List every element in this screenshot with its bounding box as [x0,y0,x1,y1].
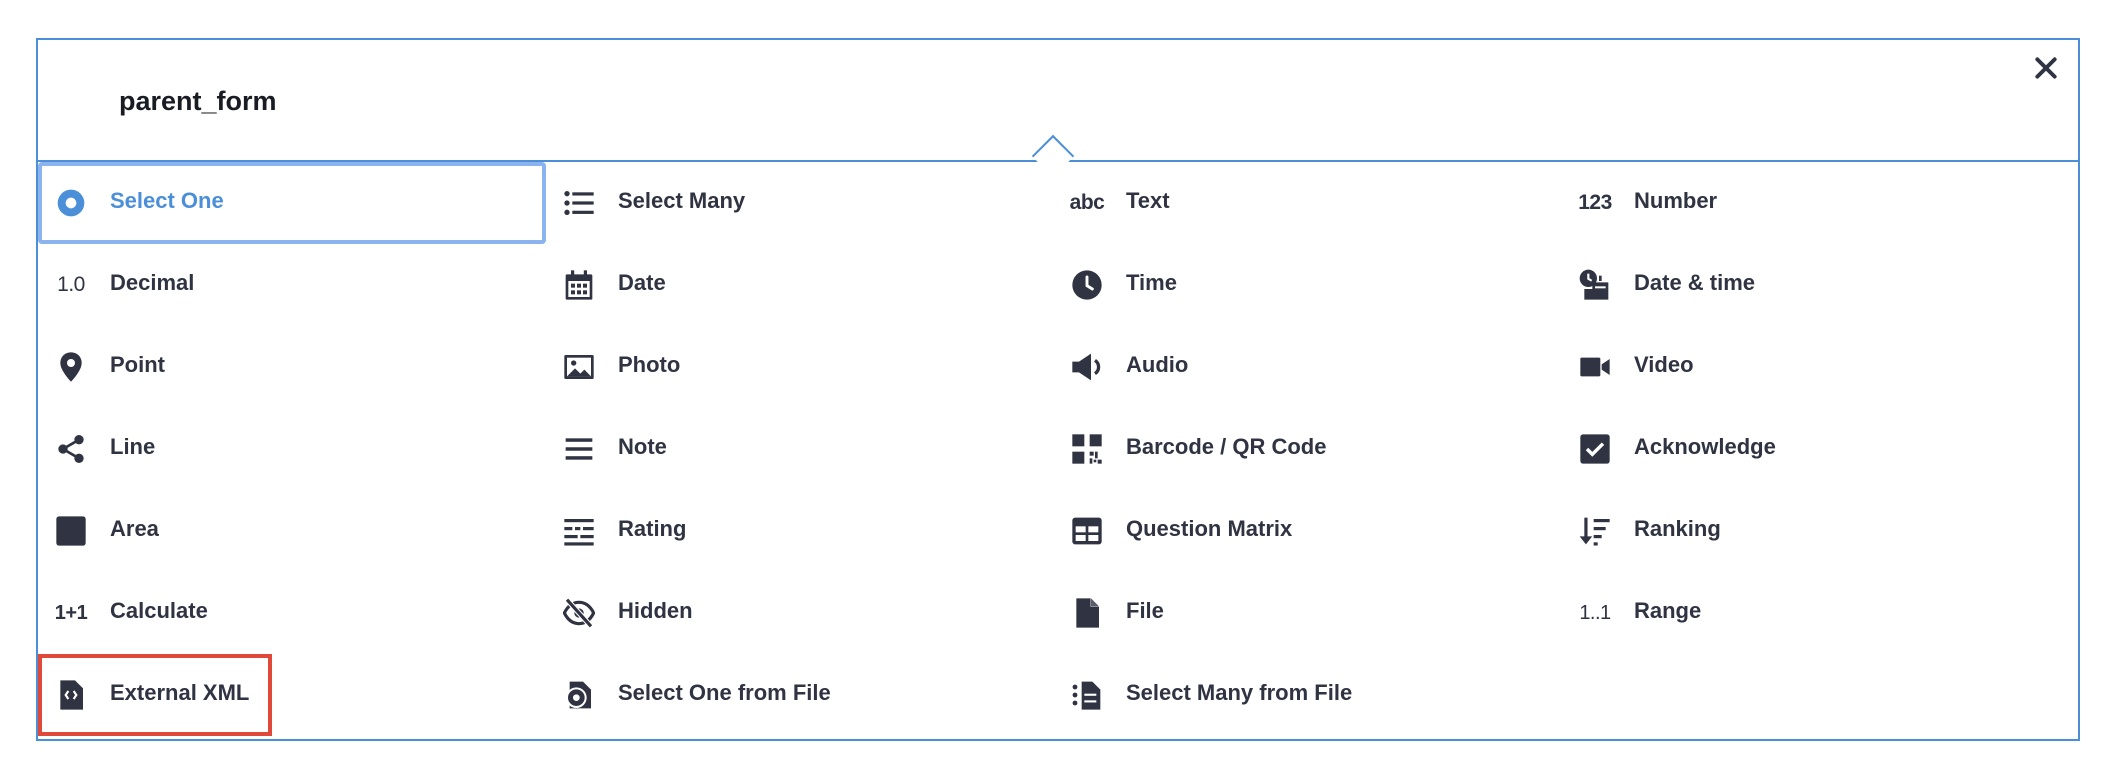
question-type-picker: parent_form Select One Select Many abc T [36,38,2080,741]
type-label: Point [110,352,165,377]
rating-icon [562,514,596,548]
eye-off-icon [562,596,596,630]
type-rating[interactable]: Rating [546,490,1054,572]
calendar-icon [562,268,596,302]
type-label: Question Matrix [1126,516,1293,541]
type-label: Select One [110,188,224,213]
type-date[interactable]: Date [546,244,1054,326]
type-photo[interactable]: Photo [546,326,1054,408]
type-label: Ranking [1634,516,1721,541]
type-label: Photo [618,352,681,377]
type-select-one[interactable]: Select One [38,162,546,244]
qr-code-icon [1070,432,1104,466]
type-label: Date & time [1634,270,1756,295]
date-time-icon [1578,268,1612,302]
clock-icon [1070,268,1104,302]
type-time[interactable]: Time [1054,244,1562,326]
list-icon [562,186,596,220]
type-range[interactable]: 1..1 Range [1562,572,2070,654]
type-label: Text [1126,188,1170,213]
type-calculate[interactable]: 1+1 Calculate [38,572,546,654]
video-camera-icon [1578,350,1612,384]
table-icon [1070,514,1104,548]
type-label: Acknowledge [1634,434,1776,459]
type-label: External XML [110,680,250,705]
checkbox-icon [1578,432,1612,466]
type-select-one-from-file[interactable]: Select One from File [546,654,1054,736]
select-one-file-icon [562,678,596,712]
type-acknowledge[interactable]: Acknowledge [1562,408,2070,490]
type-label: File [1126,598,1164,623]
range-icon: 1..1 [1578,596,1612,630]
type-label: Line [110,434,156,459]
calculate-glyph: 1+1 [54,601,88,624]
type-label: Hidden [618,598,693,623]
type-label: Select Many [618,188,746,213]
number-icon: 123 [1578,186,1612,220]
type-label: Select One from File [618,680,831,705]
select-many-file-icon [1070,678,1104,712]
image-icon [562,350,596,384]
type-select-many[interactable]: Select Many [546,162,1054,244]
xml-file-icon [54,678,88,712]
calculate-icon: 1+1 [54,596,88,630]
type-label: Decimal [110,270,195,295]
speaker-icon [1070,350,1104,384]
type-label: Barcode / QR Code [1126,434,1327,459]
type-barcode[interactable]: Barcode / QR Code [1054,408,1562,490]
type-question-matrix[interactable]: Question Matrix [1054,490,1562,572]
type-note[interactable]: Note [546,408,1054,490]
file-icon [1070,596,1104,630]
square-icon [54,514,88,548]
type-date-time[interactable]: Date & time [1562,244,2070,326]
map-pin-icon [54,350,88,384]
menu-lines-icon [562,432,596,466]
type-label: Rating [618,516,687,541]
text-glyph: abc [1069,191,1105,214]
type-video[interactable]: Video [1562,326,2070,408]
type-area[interactable]: Area [38,490,546,572]
decimal-icon: 1.0 [54,268,88,302]
type-number[interactable]: 123 Number [1562,162,2070,244]
type-decimal[interactable]: 1.0 Decimal [38,244,546,326]
type-external-xml[interactable]: External XML [38,654,272,736]
share-icon [54,432,88,466]
radio-icon [54,186,88,220]
type-file[interactable]: File [1054,572,1562,654]
range-glyph: 1..1 [1579,601,1611,624]
form-name-title: parent_form [119,86,277,116]
close-icon [2035,57,2057,79]
decimal-glyph: 1.0 [57,273,85,296]
type-label: Audio [1126,352,1189,377]
type-audio[interactable]: Audio [1054,326,1562,408]
type-hidden[interactable]: Hidden [546,572,1054,654]
type-point[interactable]: Point [38,326,546,408]
type-select-many-from-file[interactable]: Select Many from File [1054,654,1562,736]
number-glyph: 123 [1578,191,1612,214]
close-button[interactable] [2028,50,2064,86]
type-label: Time [1126,270,1177,295]
type-label: Select Many from File [1126,680,1353,705]
sort-icon [1578,514,1612,548]
type-label: Number [1634,188,1718,213]
type-label: Area [110,516,159,541]
type-label: Note [618,434,667,459]
type-label: Date [618,270,666,295]
type-ranking[interactable]: Ranking [1562,490,2070,572]
type-text[interactable]: abc Text [1054,162,1562,244]
type-label: Calculate [110,598,208,623]
type-label: Range [1634,598,1702,623]
type-label: Video [1634,352,1694,377]
type-line[interactable]: Line [38,408,546,490]
text-icon: abc [1069,186,1105,220]
